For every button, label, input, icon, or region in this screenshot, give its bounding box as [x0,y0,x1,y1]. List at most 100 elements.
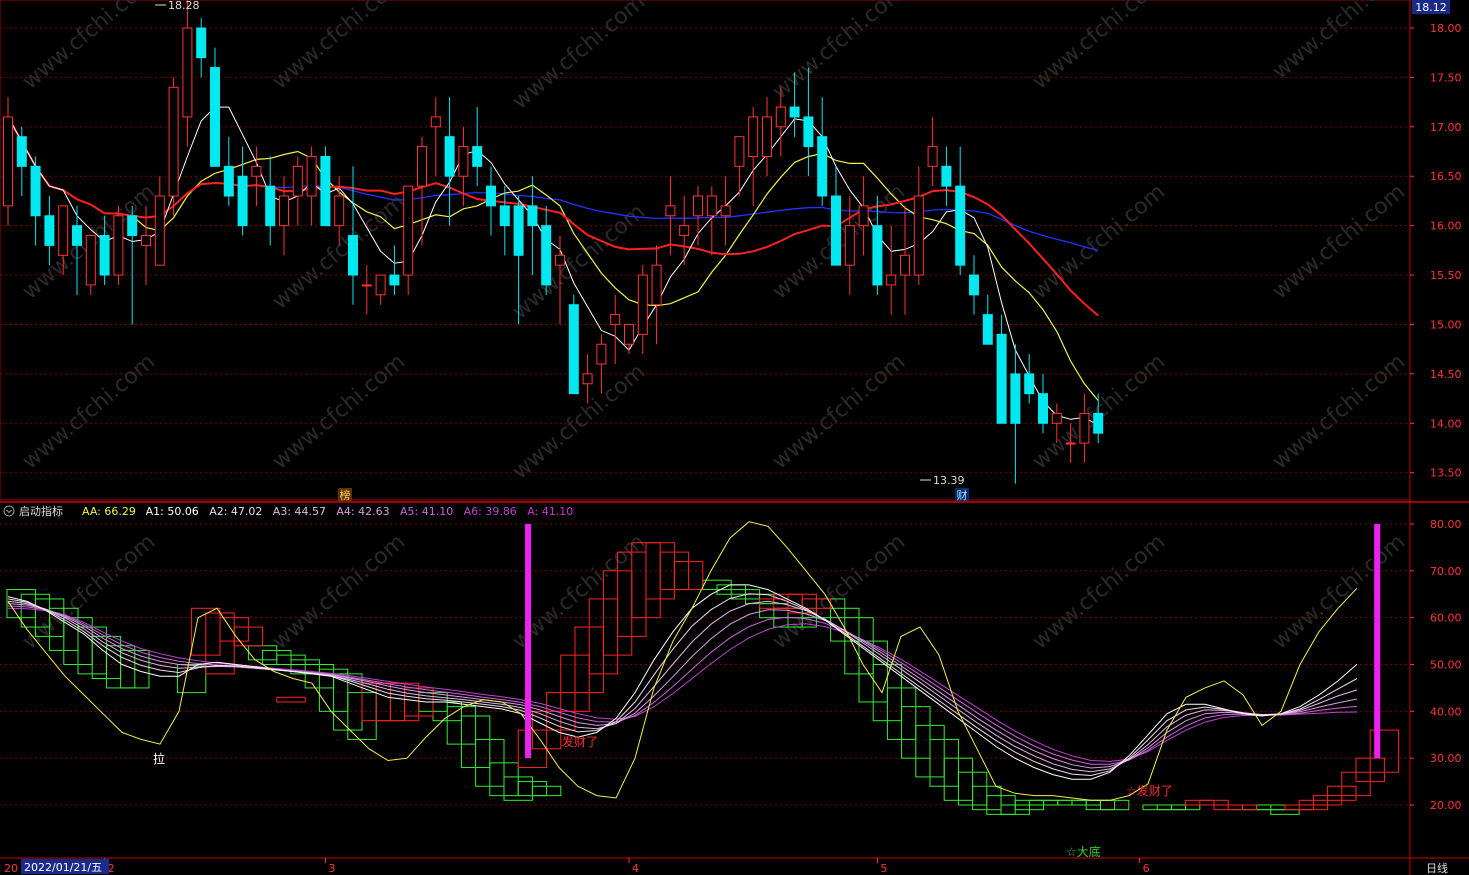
high-label: 18.28 [168,0,200,12]
legend-entry: A3: 44.57 [273,505,326,518]
candle-body [472,146,483,167]
candle-body [541,225,552,286]
candle [196,18,207,78]
legend-entry: A2: 47.02 [209,505,262,518]
chevron-down-icon [3,505,15,517]
candle [541,205,552,295]
candle-body [182,27,193,118]
candle [982,294,993,345]
stock-chart-canvas[interactable]: www.cfchi.com www.cfchi.com www.cfchi.com w… [0,0,1469,875]
candle [320,146,331,227]
legend-entry: A: 41.10 [527,505,573,518]
candle [720,176,731,246]
candle [430,97,441,177]
candle-body [265,185,276,227]
watermark-text: www.cfchi.com [268,349,410,474]
candle [913,166,924,285]
candle-body [900,254,910,276]
candle [16,126,27,196]
candle [568,294,579,395]
watermark-text: www.cfchi.com [1268,0,1410,85]
candle-body [886,274,897,286]
candle-body [927,146,938,167]
candle-body [706,195,717,217]
price-tick-label: 16.50 [1430,170,1462,183]
candle [182,0,193,147]
legend-entry: A5: 41.10 [400,505,453,518]
candle-body [458,146,469,177]
marker-bang[interactable]: 榜 [340,488,351,502]
candle-body [803,116,814,148]
candle [637,265,648,355]
candle [665,176,676,256]
candle-body [1038,393,1048,424]
candle-body [417,146,427,187]
candle-body [513,205,524,256]
candle-body [679,225,690,237]
period-label[interactable]: 日线 [1426,861,1448,875]
candle [30,156,41,246]
candle-body [444,136,455,177]
candle [996,314,1007,424]
candle-body [499,205,510,227]
candle-body [58,205,69,256]
candle-body [1024,373,1035,395]
watermark-text: www.cfchi.com [1268,529,1410,654]
current-price-tag: 18.12 [1415,1,1447,14]
candle [651,245,662,345]
candle-body [568,304,579,395]
candle-body [154,195,165,266]
candle [154,176,165,266]
candle [403,185,414,295]
candle-body [430,116,441,128]
date-cursor-label: 2022/01/21/五 [24,861,102,874]
candle-body [3,116,13,207]
indicator-legend: AA: 66.29 A1: 50.06 A2: 47.02 A3: 44.57 A4: … [82,505,573,518]
candle-body [1065,442,1076,445]
candle [210,47,220,167]
watermark-text: www.cfchi.com [1028,529,1170,654]
candle [858,176,869,256]
watermark-text: www.cfchi.com [1268,179,1410,304]
marker-cai[interactable]: 财 [957,488,968,502]
candle-body [872,225,883,286]
indicator-line-a5 [7,605,1358,765]
candle [44,195,55,266]
candle [941,146,952,206]
candle-body [789,106,800,118]
candle-body [693,195,703,217]
candle-body [334,195,345,227]
chart-frame [0,0,1469,875]
candle [1038,373,1048,434]
watermark-text: www.cfchi.com [268,529,410,654]
candle-body [279,195,289,227]
price-tick-label: 15.00 [1430,318,1462,331]
candle [168,77,179,216]
candle [527,176,538,276]
indicator-tick-label: 20.00 [1430,799,1462,812]
candle-body [251,165,262,177]
watermark-text: www.cfchi.com [508,359,650,484]
candle-body [1093,412,1104,434]
candle-body [196,27,207,59]
candle-body [306,155,317,197]
candle-body [16,136,27,167]
candle-body [168,86,179,197]
month-label: 4 [632,862,639,875]
watermark-text: www.cfchi.com [1028,349,1170,474]
candle-body [292,165,303,197]
price-tick-label: 14.00 [1430,417,1462,430]
watermark-text: www.cfchi.com [1268,349,1410,474]
candle-body [637,274,648,335]
candle [886,225,897,315]
candle-body [651,264,662,306]
indicator-signal-bars [525,524,1381,759]
indicator-collapse-button[interactable] [3,505,15,517]
candle-body [1079,412,1090,444]
legend-entry: AA: 66.29 [82,505,136,518]
month-label: 6 [1143,862,1150,875]
candle-body [610,314,621,325]
candle [389,245,400,295]
candle [444,97,455,226]
candle-body [85,235,96,286]
